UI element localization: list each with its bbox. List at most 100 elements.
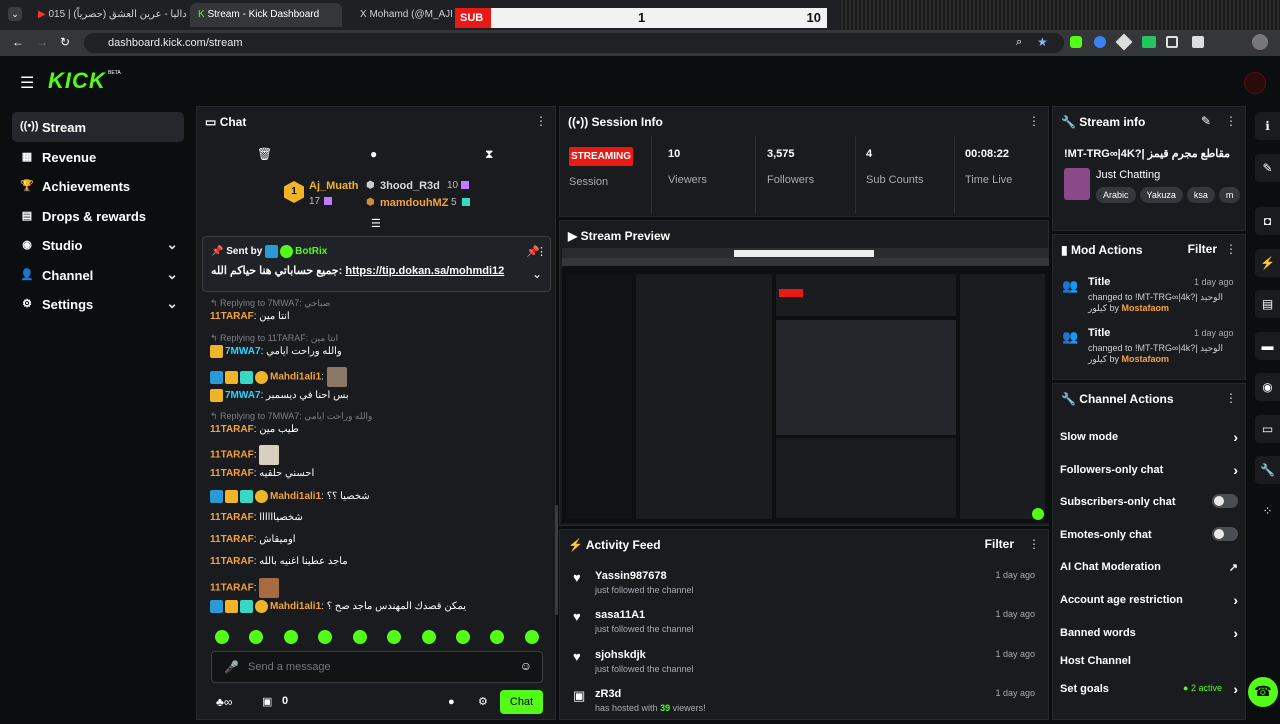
- chat-scrollbar[interactable]: [555, 505, 558, 615]
- sidebar-item-stream[interactable]: ((•)) Stream: [12, 112, 184, 142]
- chat-username[interactable]: 11TARAF: [210, 311, 254, 322]
- chevron-down-icon[interactable]: ⌄: [532, 267, 542, 281]
- lightning-icon[interactable]: ⚡: [1255, 249, 1280, 277]
- sidebar-item-achievements[interactable]: 🏆 Achievements: [12, 171, 184, 201]
- tab-youtube[interactable]: ▶ داليا - عرين العشق (حصرياً) | 015: [30, 3, 188, 27]
- extension-icon[interactable]: [1142, 36, 1156, 48]
- edit-icon[interactable]: ✎: [1255, 154, 1280, 182]
- tag[interactable]: Arabic: [1096, 187, 1136, 203]
- banned-words-row[interactable]: Banned words ›: [1060, 625, 1238, 641]
- chat-username[interactable]: 11TARAF: [210, 534, 254, 545]
- emoji-picker-icon[interactable]: ☺: [520, 659, 532, 673]
- reload-icon[interactable]: ↻: [60, 35, 70, 49]
- trash-icon[interactable]: 🗑: [257, 147, 272, 161]
- url-field[interactable]: dashboard.kick.com/stream: [84, 33, 1064, 53]
- sidebar-item-settings[interactable]: ⚙ Settings ⌄: [12, 289, 184, 319]
- host-channel-row[interactable]: Host Channel: [1060, 655, 1238, 667]
- chat-username[interactable]: 11TARAF: [210, 424, 254, 435]
- microphone-icon[interactable]: 🎤: [224, 660, 239, 674]
- stream-info-menu-icon[interactable]: ⋮: [1225, 114, 1237, 128]
- user-avatar[interactable]: [1244, 72, 1266, 94]
- activity-user[interactable]: sasa11A1: [595, 609, 645, 621]
- chat-username[interactable]: 11TARAF: [210, 583, 254, 594]
- bookmark-star-icon[interactable]: ★: [1037, 35, 1048, 49]
- expand-leaderboard-icon[interactable]: ☰: [371, 217, 381, 230]
- slow-mode-row[interactable]: Slow mode ›: [1060, 429, 1238, 445]
- mod-menu-icon[interactable]: ⋮: [1225, 242, 1237, 256]
- emote-icon[interactable]: [387, 630, 401, 644]
- emote-icon[interactable]: [422, 630, 436, 644]
- hamburger-menu-icon[interactable]: ☰: [20, 73, 34, 93]
- leaderboard-third-name[interactable]: mamdouhMZ: [380, 197, 448, 209]
- followers-only-row[interactable]: Followers-only chat ›: [1060, 462, 1238, 478]
- chat-username[interactable]: 11TARAF: [210, 556, 254, 567]
- session-menu-icon[interactable]: ⋮: [1028, 114, 1040, 128]
- emote-icon[interactable]: [249, 630, 263, 644]
- emote-icon[interactable]: [490, 630, 504, 644]
- extension-icon[interactable]: [1115, 33, 1133, 51]
- activity-user[interactable]: zR3d: [595, 688, 621, 700]
- tab-kick-dashboard[interactable]: K Stream - Kick Dashboard: [190, 3, 342, 27]
- emote-icon[interactable]: [525, 630, 539, 644]
- hourglass-icon[interactable]: ⧗: [485, 147, 493, 162]
- infinity-icon[interactable]: ♣∞: [216, 695, 232, 709]
- pinned-link[interactable]: https://tip.dokan.sa/mohmdi12: [345, 265, 504, 277]
- back-icon[interactable]: ←: [12, 35, 24, 49]
- monitor-icon[interactable]: ▭: [1255, 415, 1280, 443]
- tag[interactable]: Yakuza: [1139, 187, 1183, 203]
- chat-username[interactable]: 11TARAF: [210, 512, 254, 523]
- emote-icon[interactable]: [456, 630, 470, 644]
- account-age-row[interactable]: Account age restriction ›: [1060, 592, 1238, 608]
- leaderboard-second-name[interactable]: 3hood_R3d: [380, 180, 440, 192]
- moderator-name[interactable]: Mostafaom: [1122, 354, 1170, 364]
- chat-bubble-icon[interactable]: ●: [448, 696, 455, 708]
- gear-icon[interactable]: ⚙: [478, 695, 488, 708]
- emotes-only-toggle[interactable]: [1212, 527, 1238, 541]
- pinned-message[interactable]: 📌 Sent by BotRix جميع حساباتي هنا حياكم …: [202, 236, 551, 292]
- subscribers-only-toggle[interactable]: [1212, 494, 1238, 508]
- activity-user[interactable]: sjohskdjk: [595, 649, 646, 661]
- pinned-sender[interactable]: BotRix: [295, 246, 327, 257]
- edit-pencil-icon[interactable]: ✎: [1201, 114, 1211, 128]
- chat-username[interactable]: 11TARAF: [210, 450, 254, 461]
- more-apps-icon[interactable]: ⁘: [1255, 497, 1280, 525]
- tab-list-icon[interactable]: ⌄: [8, 7, 22, 21]
- gift-icon[interactable]: ▣: [262, 695, 272, 708]
- chat-username[interactable]: Mahdi1ali1: [270, 491, 321, 502]
- sidebar-item-revenue[interactable]: ▦ Revenue: [12, 142, 184, 172]
- zoom-icon[interactable]: ⌕: [1016, 36, 1022, 49]
- chat-bubble-icon[interactable]: ▬: [1255, 332, 1280, 360]
- pinned-menu-icon[interactable]: ⋮: [536, 245, 547, 258]
- profile-avatar[interactable]: [1252, 34, 1268, 50]
- activity-menu-icon[interactable]: ⋮: [1028, 537, 1040, 551]
- wrench-icon[interactable]: 🔧: [1255, 456, 1280, 484]
- activity-user[interactable]: Yassin987678: [595, 570, 667, 582]
- chat-settings-icon[interactable]: ●: [370, 147, 377, 161]
- extension-icon[interactable]: [1094, 36, 1106, 48]
- document-icon[interactable]: ▤: [1255, 290, 1280, 318]
- extension-icon[interactable]: [1070, 36, 1082, 48]
- ai-moderation-row[interactable]: AI Chat Moderation ↗: [1060, 561, 1238, 574]
- emote-icon[interactable]: [284, 630, 298, 644]
- emote-icon[interactable]: [353, 630, 367, 644]
- chat-input-box[interactable]: 🎤 ☺: [211, 651, 543, 683]
- category-name[interactable]: Just Chatting: [1096, 169, 1160, 181]
- extensions-puzzle-icon[interactable]: [1192, 36, 1204, 48]
- activity-filter-button[interactable]: Filter: [985, 537, 1014, 551]
- kick-logo[interactable]: KICK: [48, 68, 106, 94]
- forward-icon[interactable]: →: [36, 35, 48, 49]
- channel-actions-menu-icon[interactable]: ⋮: [1225, 391, 1237, 405]
- sidebar-item-studio[interactable]: ◉ Studio ⌄: [12, 230, 184, 260]
- moderator-name[interactable]: Mostafaom: [1122, 303, 1170, 313]
- broadcast-icon[interactable]: ◉: [1255, 373, 1280, 401]
- leaderboard-first-name[interactable]: Aj_Muath: [309, 180, 359, 192]
- chat-username[interactable]: 11TARAF: [210, 468, 254, 479]
- tab-x[interactable]: X Mohamd (@M_AJI1) / X: [352, 3, 452, 27]
- chat-username[interactable]: 7MWA7: [225, 346, 261, 357]
- chat-username[interactable]: Mahdi1ali1: [270, 372, 321, 383]
- shield-icon[interactable]: ◘: [1255, 207, 1280, 235]
- mod-filter-button[interactable]: Filter: [1188, 242, 1217, 256]
- sidebar-item-drops[interactable]: ▤ Drops & rewards: [12, 201, 184, 231]
- extension-icon[interactable]: [1166, 36, 1178, 48]
- chat-send-button[interactable]: Chat: [500, 690, 543, 714]
